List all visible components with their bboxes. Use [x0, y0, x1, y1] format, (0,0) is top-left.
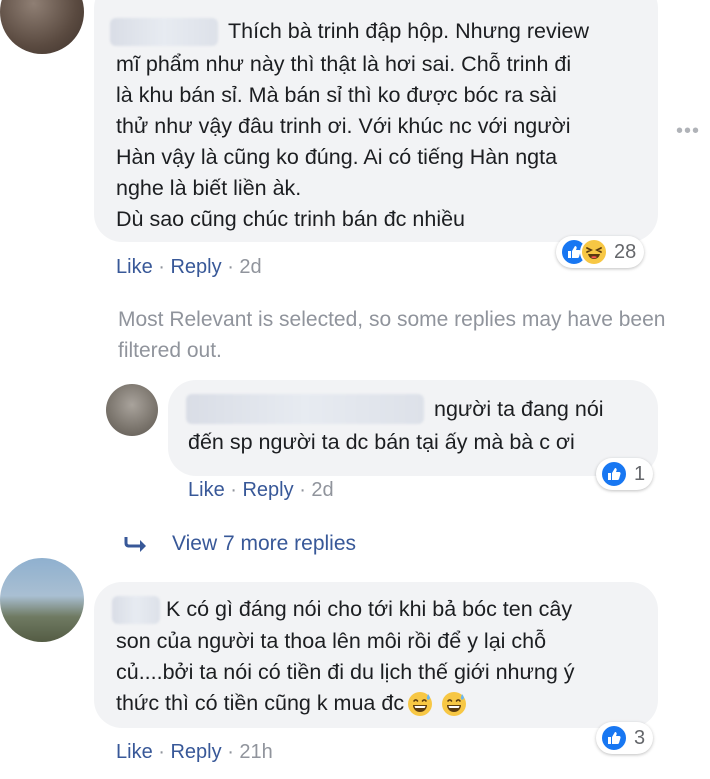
reaction-summary[interactable]: 1 [596, 458, 654, 490]
separator: · [227, 741, 240, 763]
reply-button[interactable]: Reply [170, 741, 221, 763]
reply-button[interactable]: Reply [170, 256, 221, 278]
comment-text-line: K có gì đáng nói cho tới khi bả bóc ten … [166, 597, 573, 621]
author-name-blurred[interactable] [110, 18, 218, 46]
comment-text-line: người ta đang nói [434, 397, 604, 421]
comment-text-line: son của người ta thoa lên môi rồi để y l… [116, 629, 547, 653]
comment-text-line: thử như vậy đâu trinh ơi. Với khúc nc vớ… [116, 114, 571, 138]
comment-text-line: là khu bán sỉ. Mà bán sỉ thì ko được bóc… [116, 83, 557, 107]
separator: · [230, 479, 243, 501]
separator: · [158, 741, 171, 763]
view-more-replies-label: View 7 more replies [172, 532, 357, 555]
avatar[interactable] [0, 0, 84, 54]
comment-actions: Like · Reply · 21h [116, 741, 273, 764]
comment-text-line: Thích bà trinh đập hộp. Nhưng review [228, 19, 589, 43]
avatar[interactable] [0, 558, 84, 642]
like-icon [600, 724, 628, 752]
haha-icon [580, 238, 608, 266]
more-options-icon[interactable]: ••• [676, 120, 700, 143]
comment-text-line: nghe là biết liền àk. [116, 176, 302, 200]
comment-text-line: mĩ phẩm như này thì thật là hơi sai. Chỗ… [116, 52, 572, 76]
comment-text-last-line: thức thì có tiền cũng k mua đc [116, 688, 468, 719]
author-name-blurred[interactable] [112, 596, 160, 624]
like-icon [600, 460, 628, 488]
comment-text: son của người ta thoa lên môi rồi để y l… [116, 626, 575, 688]
sweat-smile-emoji-icon [406, 690, 434, 718]
reaction-count: 28 [614, 240, 637, 263]
separator: · [158, 256, 171, 278]
comment-text-line: Dù sao cũng chúc trinh bán đc nhiều [116, 207, 466, 231]
reaction-count: 1 [634, 462, 646, 485]
like-button[interactable]: Like [116, 741, 153, 763]
timestamp[interactable]: 2d [239, 256, 261, 278]
sweat-smile-emoji-icon [440, 690, 468, 718]
timestamp[interactable]: 21h [239, 741, 272, 763]
reply-button[interactable]: Reply [242, 479, 293, 501]
comment-actions: Like · Reply · 2d [116, 256, 262, 279]
avatar[interactable] [106, 384, 158, 436]
filter-notice: Most Relevant is selected, so some repli… [118, 308, 666, 362]
comment-actions: Like · Reply · 2d [188, 479, 334, 502]
like-button[interactable]: Like [116, 256, 153, 278]
reaction-summary[interactable]: 3 [596, 722, 654, 754]
comment-text: mĩ phẩm như này thì thật là hơi sai. Chỗ… [116, 49, 571, 235]
reaction-count: 3 [634, 726, 646, 749]
comment-text-line: đến sp người ta dc bán tại ấy mà bà c ơi [188, 430, 575, 454]
author-name-blurred[interactable] [186, 394, 424, 424]
separator: · [227, 256, 240, 278]
comment-text-line: Hàn vậy là cũng ko đúng. Ai có tiếng Hàn… [116, 145, 558, 169]
comment-text-line: thức thì có tiền cũng k mua đc [116, 691, 405, 715]
view-more-replies-link[interactable]: View 7 more replies [124, 532, 356, 556]
reply-arrow-icon [124, 535, 150, 553]
comment-text-line: củ....bởi ta nói có tiền đi du lịch thế … [116, 660, 575, 684]
timestamp[interactable]: 2d [311, 479, 333, 501]
separator: · [299, 479, 312, 501]
like-button[interactable]: Like [188, 479, 225, 501]
reaction-summary[interactable]: 28 [556, 236, 645, 268]
